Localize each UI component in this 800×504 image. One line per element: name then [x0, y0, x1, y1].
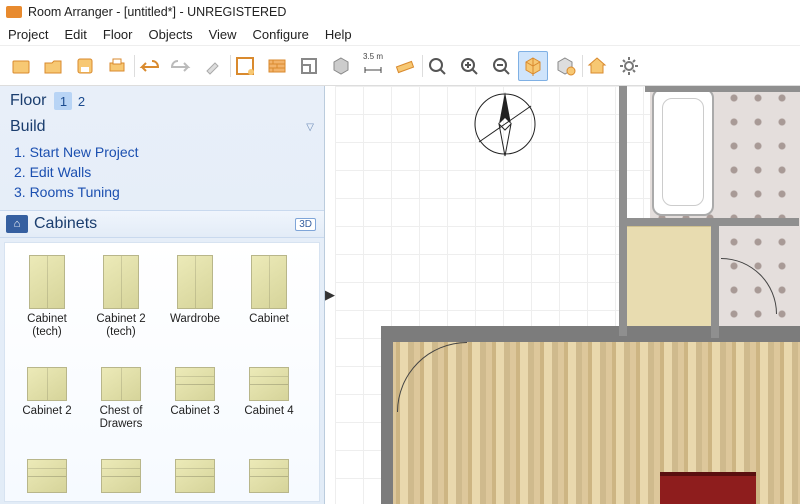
- category-header[interactable]: ⌂ Cabinets 3D: [0, 210, 324, 238]
- window-title: Room Arranger - [untitled*] - UNREGISTER…: [28, 5, 286, 19]
- badge-3d[interactable]: 3D: [295, 218, 316, 231]
- cabinet-thumb-icon: [19, 341, 75, 403]
- workspace: Floor 12 Build ▽ 1. Start New Project2. …: [0, 86, 800, 504]
- paint-icon[interactable]: [198, 51, 228, 81]
- wall[interactable]: [381, 326, 393, 504]
- gallery-item[interactable]: [87, 433, 155, 502]
- view-3d-icon[interactable]: [518, 51, 548, 81]
- objects-3d-icon[interactable]: [326, 51, 356, 81]
- gallery-item-label: [13, 497, 81, 502]
- gallery-item[interactable]: [13, 433, 81, 502]
- gallery-item-label: Cabinet 2: [13, 405, 81, 431]
- wall[interactable]: [381, 326, 800, 342]
- app-logo-icon: [6, 6, 22, 18]
- gallery-item-label: Cabinet: [235, 313, 303, 339]
- open-icon[interactable]: [38, 51, 68, 81]
- gallery-item[interactable]: Wardrobe: [161, 249, 229, 339]
- floor-tab-1[interactable]: 1: [54, 92, 72, 110]
- rooms-icon[interactable]: [294, 51, 324, 81]
- toolbar: 3.5 m: [0, 46, 800, 86]
- gallery-item-label: Chest of Drawers: [87, 405, 155, 431]
- build-header[interactable]: Build ▽: [0, 114, 324, 138]
- gallery-item[interactable]: Chest of Drawers: [87, 341, 155, 431]
- cabinet-thumb-icon: [93, 433, 149, 495]
- gallery-item-label: [235, 497, 303, 502]
- build-step-2[interactable]: 2. Edit Walls: [14, 162, 320, 182]
- build-steps: 1. Start New Project2. Edit Walls3. Room…: [0, 138, 324, 210]
- floor-tab-2[interactable]: 2: [72, 92, 90, 110]
- build-step-3[interactable]: 3. Rooms Tuning: [14, 182, 320, 202]
- gallery-item-label: [161, 497, 229, 502]
- wall[interactable]: [619, 218, 799, 226]
- gallery-item[interactable]: Cabinet: [235, 249, 303, 339]
- gallery-item[interactable]: Cabinet (tech): [13, 249, 81, 339]
- splitter-handle[interactable]: ▶: [325, 86, 335, 504]
- build-label: Build: [10, 118, 46, 136]
- new-project-icon[interactable]: [6, 51, 36, 81]
- cabinet-thumb-icon: [167, 249, 223, 311]
- build-step-1[interactable]: 1. Start New Project: [14, 142, 320, 162]
- gallery-item-label: Cabinet 3: [161, 405, 229, 431]
- wall[interactable]: [645, 86, 800, 92]
- menu-project[interactable]: Project: [8, 27, 48, 42]
- sidebar: Floor 12 Build ▽ 1. Start New Project2. …: [0, 86, 325, 504]
- settings-icon[interactable]: [614, 51, 644, 81]
- gallery-item-label: Wardrobe: [161, 313, 229, 339]
- measure-icon[interactable]: 3.5 m: [358, 51, 388, 81]
- gallery-item[interactable]: [235, 433, 303, 502]
- gallery-item[interactable]: Cabinet 2 (tech): [87, 249, 155, 339]
- home-icon[interactable]: [582, 51, 612, 81]
- zoom-fit-icon[interactable]: [422, 51, 452, 81]
- cabinet-thumb-icon: [167, 341, 223, 403]
- cabinet-thumb-icon: [241, 249, 297, 311]
- floor-selector: Floor 12: [0, 86, 324, 114]
- menu-edit[interactable]: Edit: [64, 27, 86, 42]
- zoom-out-icon[interactable]: [486, 51, 516, 81]
- wall[interactable]: [711, 218, 719, 338]
- gallery-item-label: Cabinet 4: [235, 405, 303, 431]
- cabinet-thumb-icon: [93, 249, 149, 311]
- object-gallery[interactable]: Cabinet (tech)Cabinet 2 (tech)WardrobeCa…: [4, 242, 320, 502]
- collapse-icon: ▽: [306, 122, 314, 133]
- zoom-in-icon[interactable]: [454, 51, 484, 81]
- walkthrough-icon[interactable]: [550, 51, 580, 81]
- cabinet-thumb-icon: [167, 433, 223, 495]
- gallery-item[interactable]: [161, 433, 229, 502]
- menu-configure[interactable]: Configure: [253, 27, 309, 42]
- undo-icon[interactable]: [134, 51, 164, 81]
- menu-help[interactable]: Help: [325, 27, 352, 42]
- cabinet-thumb-icon: [93, 341, 149, 403]
- print-icon[interactable]: [102, 51, 132, 81]
- floor-label: Floor: [10, 92, 46, 110]
- bathtub-object[interactable]: [652, 88, 714, 216]
- floorplan-canvas[interactable]: [335, 86, 800, 504]
- edit-walls-icon[interactable]: [230, 51, 260, 81]
- gallery-item-label: Cabinet 2 (tech): [87, 313, 155, 339]
- gallery-item[interactable]: Cabinet 4: [235, 341, 303, 431]
- cabinet-thumb-icon: [19, 433, 75, 495]
- measure-tool-icon[interactable]: [390, 51, 420, 81]
- menu-objects[interactable]: Objects: [149, 27, 193, 42]
- beige-floor-area: [625, 226, 715, 336]
- compass-icon: [465, 86, 545, 164]
- gallery-item[interactable]: Cabinet 2: [13, 341, 81, 431]
- gallery-item-label: [87, 497, 155, 502]
- category-nav-icon[interactable]: ⌂: [6, 215, 28, 233]
- redo-icon[interactable]: [166, 51, 196, 81]
- cabinet-thumb-icon: [19, 249, 75, 311]
- wall-pattern-icon[interactable]: [262, 51, 292, 81]
- gallery-item-label: Cabinet (tech): [13, 313, 81, 339]
- menubar: Project Edit Floor Objects View Configure Help: [0, 24, 800, 46]
- titlebar: Room Arranger - [untitled*] - UNREGISTER…: [0, 0, 800, 24]
- save-icon[interactable]: [70, 51, 100, 81]
- menu-floor[interactable]: Floor: [103, 27, 133, 42]
- menu-view[interactable]: View: [209, 27, 237, 42]
- gallery-item[interactable]: Cabinet 3: [161, 341, 229, 431]
- wall[interactable]: [619, 86, 627, 336]
- cabinet-thumb-icon: [241, 341, 297, 403]
- red-furniture-object[interactable]: [660, 472, 756, 504]
- category-name: Cabinets: [34, 215, 289, 233]
- cabinet-thumb-icon: [241, 433, 297, 495]
